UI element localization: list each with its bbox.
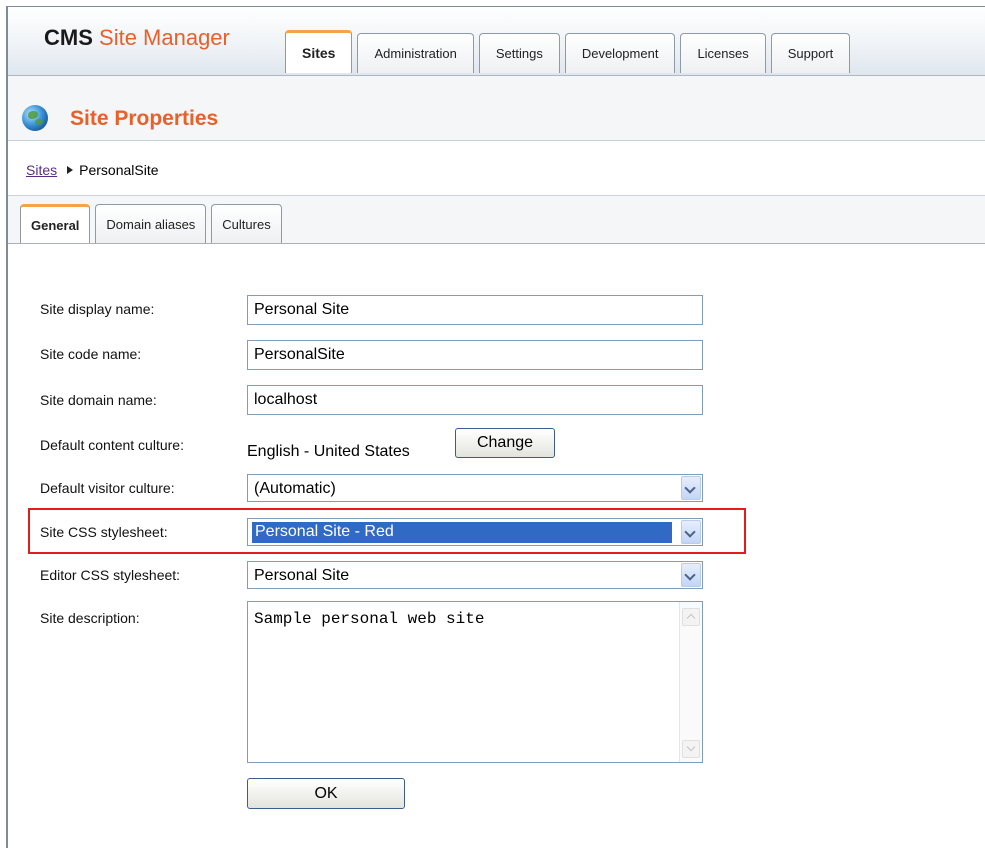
tab-domain-aliases[interactable]: Domain aliases [95,204,207,243]
globe-icon [22,105,48,131]
chevron-down-icon[interactable] [681,476,701,500]
domain-name-label: Site domain name: [40,392,157,408]
brand-cms-text: CMS [44,25,93,50]
top-header: CMS Site Manager Sites Administration Se… [8,7,985,76]
breadcrumb-arrow-icon [67,166,74,174]
chevron-down-icon[interactable] [681,520,701,544]
breadcrumb: Sites PersonalSite [26,162,159,178]
tab-licenses[interactable]: Licenses [680,33,766,73]
content-culture-label: Default content culture: [40,437,184,453]
breadcrumb-link-sites[interactable]: Sites [26,162,57,178]
visitor-culture-label: Default visitor culture: [40,480,175,496]
tab-general[interactable]: General [20,204,91,243]
site-css-select[interactable]: Personal Site - Red [247,518,703,546]
page-title: Site Properties [70,107,219,130]
display-name-input[interactable]: Personal Site [247,295,703,325]
brand-name-text: Site Manager [99,25,230,50]
change-culture-button[interactable]: Change [455,428,555,458]
scroll-up-icon[interactable] [682,608,700,626]
tab-cultures[interactable]: Cultures [211,204,282,243]
main-tabs: Sites Administration Settings Developmen… [285,30,855,73]
tab-development[interactable]: Development [564,33,676,73]
tab-settings[interactable]: Settings [478,33,560,73]
site-description-label: Site description: [40,610,140,626]
tab-administration[interactable]: Administration [357,33,474,73]
content-culture-value: English - United States [247,443,410,460]
editor-css-select[interactable]: Personal Site [247,561,703,589]
subtab-bar: General Domain aliases Cultures [8,196,985,244]
tab-sites[interactable]: Sites [285,30,353,73]
editor-css-value: Personal Site [254,567,350,584]
code-name-input[interactable]: PersonalSite [247,340,703,370]
display-name-label: Site display name: [40,301,155,317]
breadcrumb-current: PersonalSite [79,162,159,178]
chevron-down-icon[interactable] [681,563,701,587]
scroll-down-icon[interactable] [682,740,700,758]
ok-button[interactable]: OK [247,778,405,809]
site-description-textarea[interactable]: Sample personal web site [247,601,703,763]
editor-css-label: Editor CSS stylesheet: [40,567,181,583]
site-description-text: Sample personal web site [254,610,485,628]
page-title-bar: Site Properties [8,76,985,141]
code-name-label: Site code name: [40,346,142,362]
scrollbar[interactable] [679,602,702,762]
site-css-label: Site CSS stylesheet: [40,524,168,540]
subtabs: General Domain aliases Cultures [20,204,287,243]
visitor-culture-select[interactable]: (Automatic) [247,474,703,502]
brand-logo: CMS Site Manager [44,25,230,51]
visitor-culture-value: (Automatic) [254,480,336,497]
site-css-value: Personal Site - Red [252,522,672,543]
breadcrumb-bar: Sites PersonalSite [8,141,985,196]
tab-support[interactable]: Support [770,33,851,73]
domain-name-input[interactable]: localhost [247,385,703,415]
